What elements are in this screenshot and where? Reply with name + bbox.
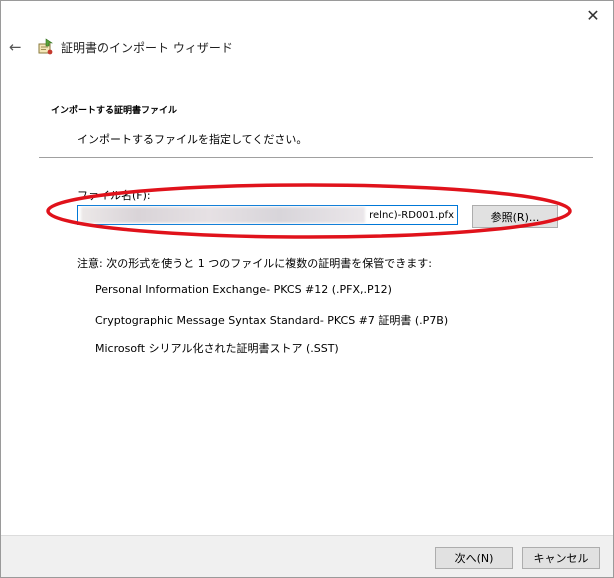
browse-button[interactable]: 参照(R)... xyxy=(472,205,558,228)
close-icon[interactable]: ✕ xyxy=(581,5,605,27)
file-name-label: ファイル名(F): xyxy=(77,189,151,202)
back-arrow-icon[interactable]: ← xyxy=(9,37,27,57)
wizard-title: 証明書のインポート ウィザード xyxy=(61,40,233,55)
section-heading: インポートする証明書ファイル xyxy=(51,106,178,116)
wizard-header: ← 証明書のインポート ウィザード xyxy=(9,37,233,57)
next-button[interactable]: 次へ(N) xyxy=(435,547,513,569)
format-item-p7b: Cryptographic Message Syntax Standard- P… xyxy=(95,314,449,327)
cancel-button[interactable]: キャンセル xyxy=(522,547,600,569)
format-item-sst: Microsoft シリアル化された証明書ストア (.SST) xyxy=(95,342,339,355)
file-name-input[interactable] xyxy=(77,205,458,225)
format-item-pfx: Personal Information Exchange- PKCS #12 … xyxy=(95,283,392,296)
note-text: 注意: 次の形式を使うと 1 つのファイルに複数の証明書を保管できます: xyxy=(77,257,432,270)
certificate-import-wizard-window: ✕ ← 証明書のインポート ウィザード インポートする証明書ファイル インポート… xyxy=(0,0,614,578)
section-subheading: インポートするファイルを指定してください。 xyxy=(77,133,308,146)
certificate-wizard-icon xyxy=(38,38,53,55)
header-divider xyxy=(39,157,593,158)
wizard-footer: 次へ(N) キャンセル xyxy=(1,535,613,577)
